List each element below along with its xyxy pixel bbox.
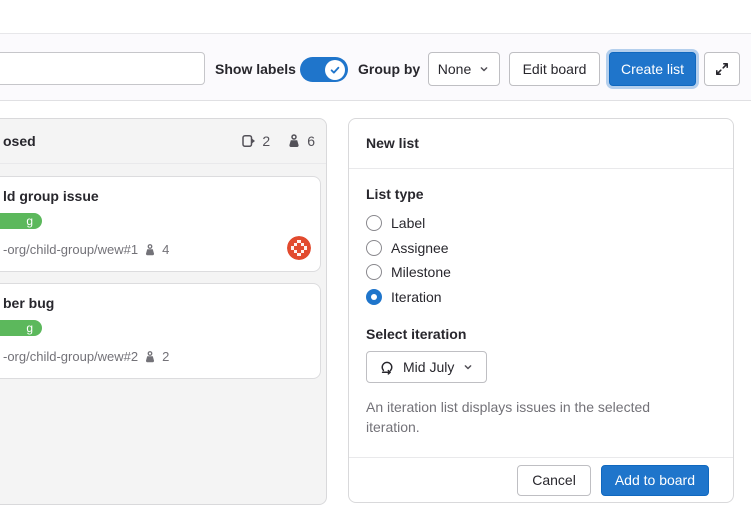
iteration-dropdown[interactable]: Mid July <box>366 351 487 383</box>
board-search-input[interactable] <box>0 52 205 85</box>
avatar-identicon <box>287 236 311 260</box>
iteration-icon <box>379 359 395 375</box>
group-by-value: None <box>438 61 471 77</box>
card-title: ld group issue <box>3 187 308 205</box>
card-reference: -org/child-group/wew#1 <box>3 241 138 259</box>
toggle-knob <box>325 60 345 80</box>
edit-board-button[interactable]: Edit board <box>509 52 600 86</box>
weight-icon <box>143 350 157 364</box>
new-list-panel-body: List type Label Assignee Milestone Itera… <box>349 169 733 454</box>
radio-option-text: Assignee <box>391 240 449 256</box>
expand-board-button[interactable] <box>704 52 740 86</box>
board-list-title: osed <box>3 133 241 149</box>
radio-option-assignee[interactable]: Assignee <box>366 236 716 261</box>
create-list-button[interactable]: Create list <box>609 52 696 86</box>
board-list-column: osed 2 6 ld group issue g -org/child-gro… <box>0 118 327 505</box>
weight-icon <box>143 243 157 257</box>
card-weight-value: 2 <box>162 348 169 366</box>
cancel-button[interactable]: Cancel <box>517 465 591 496</box>
card-reference: -org/child-group/wew#2 <box>3 348 138 366</box>
iteration-value: Mid July <box>403 359 454 375</box>
radio-option-milestone[interactable]: Milestone <box>366 260 716 285</box>
new-list-panel: New list List type Label Assignee Milest… <box>348 118 734 503</box>
weight-icon <box>286 133 302 149</box>
chevron-down-icon <box>478 63 490 75</box>
radio-circle[interactable] <box>366 289 382 305</box>
board-list-counts: 2 6 <box>241 133 315 149</box>
select-iteration-heading: Select iteration <box>366 326 716 342</box>
assignee-avatar[interactable] <box>287 236 311 260</box>
board-card-list: ld group issue g -org/child-group/wew#1 … <box>0 164 326 391</box>
iteration-help-text: An iteration list displays issues in the… <box>366 397 696 437</box>
card-label-pill[interactable]: g <box>0 320 42 336</box>
list-type-radio-group: Label Assignee Milestone Iteration <box>366 211 716 309</box>
card-info-row: -org/child-group/wew#2 2 <box>3 348 308 366</box>
board-card[interactable]: ber bug g -org/child-group/wew#2 2 <box>0 283 321 379</box>
radio-option-label[interactable]: Label <box>366 211 716 236</box>
board-toolbar: Show labels Group by None Edit board Cre… <box>0 34 751 101</box>
show-labels-label: Show labels <box>215 52 296 86</box>
radio-option-iteration[interactable]: Iteration <box>366 285 716 310</box>
show-labels-toggle[interactable] <box>300 57 348 82</box>
radio-option-text: Label <box>391 215 425 231</box>
add-to-board-button[interactable]: Add to board <box>601 465 709 496</box>
radio-circle[interactable] <box>366 215 382 231</box>
total-weight-value: 6 <box>307 133 315 149</box>
board-list-header: osed 2 6 <box>0 119 326 164</box>
new-list-panel-footer: Cancel Add to board <box>349 457 733 502</box>
radio-option-text: Iteration <box>391 289 442 305</box>
card-weight-value: 4 <box>162 241 169 259</box>
toggle-check-icon <box>329 64 341 76</box>
issue-count-icon <box>241 133 257 149</box>
card-title: ber bug <box>3 294 308 312</box>
group-by-label: Group by <box>358 52 420 86</box>
list-type-heading: List type <box>366 186 716 202</box>
issue-count-value: 2 <box>262 133 270 149</box>
radio-option-text: Milestone <box>391 264 451 280</box>
chevron-down-icon <box>462 361 474 373</box>
expand-icon <box>714 61 730 77</box>
group-by-dropdown[interactable]: None <box>428 52 500 86</box>
new-list-panel-title: New list <box>349 119 733 169</box>
board-card[interactable]: ld group issue g -org/child-group/wew#1 … <box>0 176 321 272</box>
radio-circle[interactable] <box>366 264 382 280</box>
card-info-row: -org/child-group/wew#1 4 <box>3 241 308 259</box>
radio-circle[interactable] <box>366 240 382 256</box>
card-label-pill[interactable]: g <box>0 213 42 229</box>
